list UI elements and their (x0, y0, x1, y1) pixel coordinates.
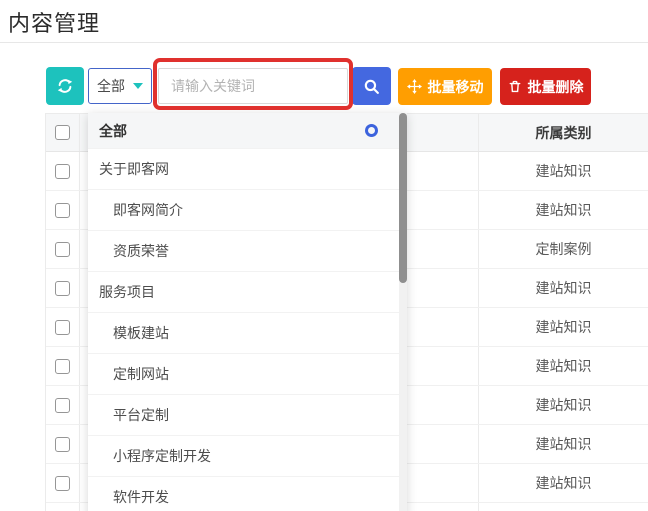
category-filter-dropdown-button[interactable]: 全部 (88, 68, 152, 104)
row-checkbox-cell (46, 347, 80, 385)
chevron-down-icon (133, 83, 143, 89)
batch-delete-button[interactable]: 批量删除 (500, 68, 591, 105)
row-checkbox[interactable] (55, 281, 70, 296)
row-checkbox-cell (46, 191, 80, 229)
row-checkbox[interactable] (55, 437, 70, 452)
dropdown-item-label: 资质荣誉 (113, 241, 169, 261)
trash-icon (508, 79, 522, 94)
row-category-cell: 建站知识 (478, 464, 648, 502)
row-checkbox[interactable] (55, 242, 70, 257)
row-category-cell: 建站知识 (478, 269, 648, 307)
category-dropdown-panel: 全部关于即客网即客网简介资质荣誉服务项目模板建站定制网站平台定制小程序定制开发软… (88, 113, 407, 511)
move-icon (407, 79, 422, 94)
dropdown-item-8[interactable]: 小程序定制开发 (88, 436, 399, 477)
dropdown-item-6[interactable]: 定制网站 (88, 354, 399, 395)
dropdown-item-1[interactable]: 关于即客网 (88, 149, 399, 190)
dropdown-scrollbar-thumb[interactable] (399, 113, 407, 283)
dropdown-item-label: 平台定制 (113, 405, 169, 425)
batch-delete-label: 批量删除 (528, 77, 584, 97)
row-checkbox-cell (46, 386, 80, 424)
dropdown-item-label: 关于即客网 (99, 159, 169, 179)
dropdown-item-label: 全部 (99, 121, 127, 141)
dropdown-item-2[interactable]: 即客网简介 (88, 190, 399, 231)
search-icon (363, 78, 380, 95)
row-checkbox[interactable] (55, 203, 70, 218)
dropdown-item-label: 定制网站 (113, 364, 169, 384)
refresh-icon (56, 77, 74, 95)
dropdown-item-5[interactable]: 模板建站 (88, 313, 399, 354)
header-checkbox-cell (46, 114, 80, 151)
title-divider (0, 42, 648, 43)
row-category-cell: 建站知识 (478, 347, 648, 385)
dropdown-item-label: 软件开发 (113, 487, 169, 507)
row-category-cell: 建站知识 (478, 152, 648, 190)
dropdown-item-label: 服务项目 (99, 282, 155, 302)
row-checkbox-cell (46, 464, 80, 502)
row-category-cell: 建站知识 (478, 386, 648, 424)
content-management-page: 内容管理 全部 (0, 0, 648, 511)
row-category-cell: 建站知识 (478, 191, 648, 229)
dropdown-item-9[interactable]: 软件开发 (88, 477, 399, 511)
selected-ring-icon (365, 124, 378, 137)
search-button[interactable] (352, 67, 391, 105)
row-category-cell: 建站知识 (478, 308, 648, 346)
batch-move-label: 批量移动 (428, 77, 484, 97)
category-filter-label: 全部 (97, 76, 125, 96)
dropdown-item-selected[interactable]: 全部 (88, 113, 399, 149)
row-checkbox-cell (46, 425, 80, 463)
keyword-search-input[interactable] (158, 68, 348, 104)
row-checkbox-cell (46, 308, 80, 346)
row-category-cell: 建站知识 (478, 425, 648, 463)
row-checkbox-cell (46, 230, 80, 268)
dropdown-item-label: 小程序定制开发 (113, 446, 211, 466)
row-checkbox[interactable] (55, 476, 70, 491)
dropdown-item-label: 即客网简介 (113, 200, 183, 220)
page-title: 内容管理 (8, 6, 100, 38)
batch-move-button[interactable]: 批量移动 (398, 68, 492, 105)
dropdown-item-7[interactable]: 平台定制 (88, 395, 399, 436)
row-checkbox[interactable] (55, 320, 70, 335)
row-checkbox[interactable] (55, 398, 70, 413)
dropdown-item-3[interactable]: 资质荣誉 (88, 231, 399, 272)
row-checkbox-cell (46, 152, 80, 190)
row-checkbox-cell (46, 269, 80, 307)
row-category-cell: 定制案例 (478, 230, 648, 268)
row-checkbox-cell (46, 503, 80, 511)
refresh-button[interactable] (46, 67, 84, 105)
dropdown-item-4[interactable]: 服务项目 (88, 272, 399, 313)
row-checkbox[interactable] (55, 359, 70, 374)
dropdown-scrollbar-track[interactable] (399, 113, 407, 511)
category-column-header: 所属类别 (478, 114, 648, 151)
select-all-checkbox[interactable] (55, 125, 70, 140)
dropdown-item-label: 模板建站 (113, 323, 169, 343)
row-checkbox[interactable] (55, 164, 70, 179)
